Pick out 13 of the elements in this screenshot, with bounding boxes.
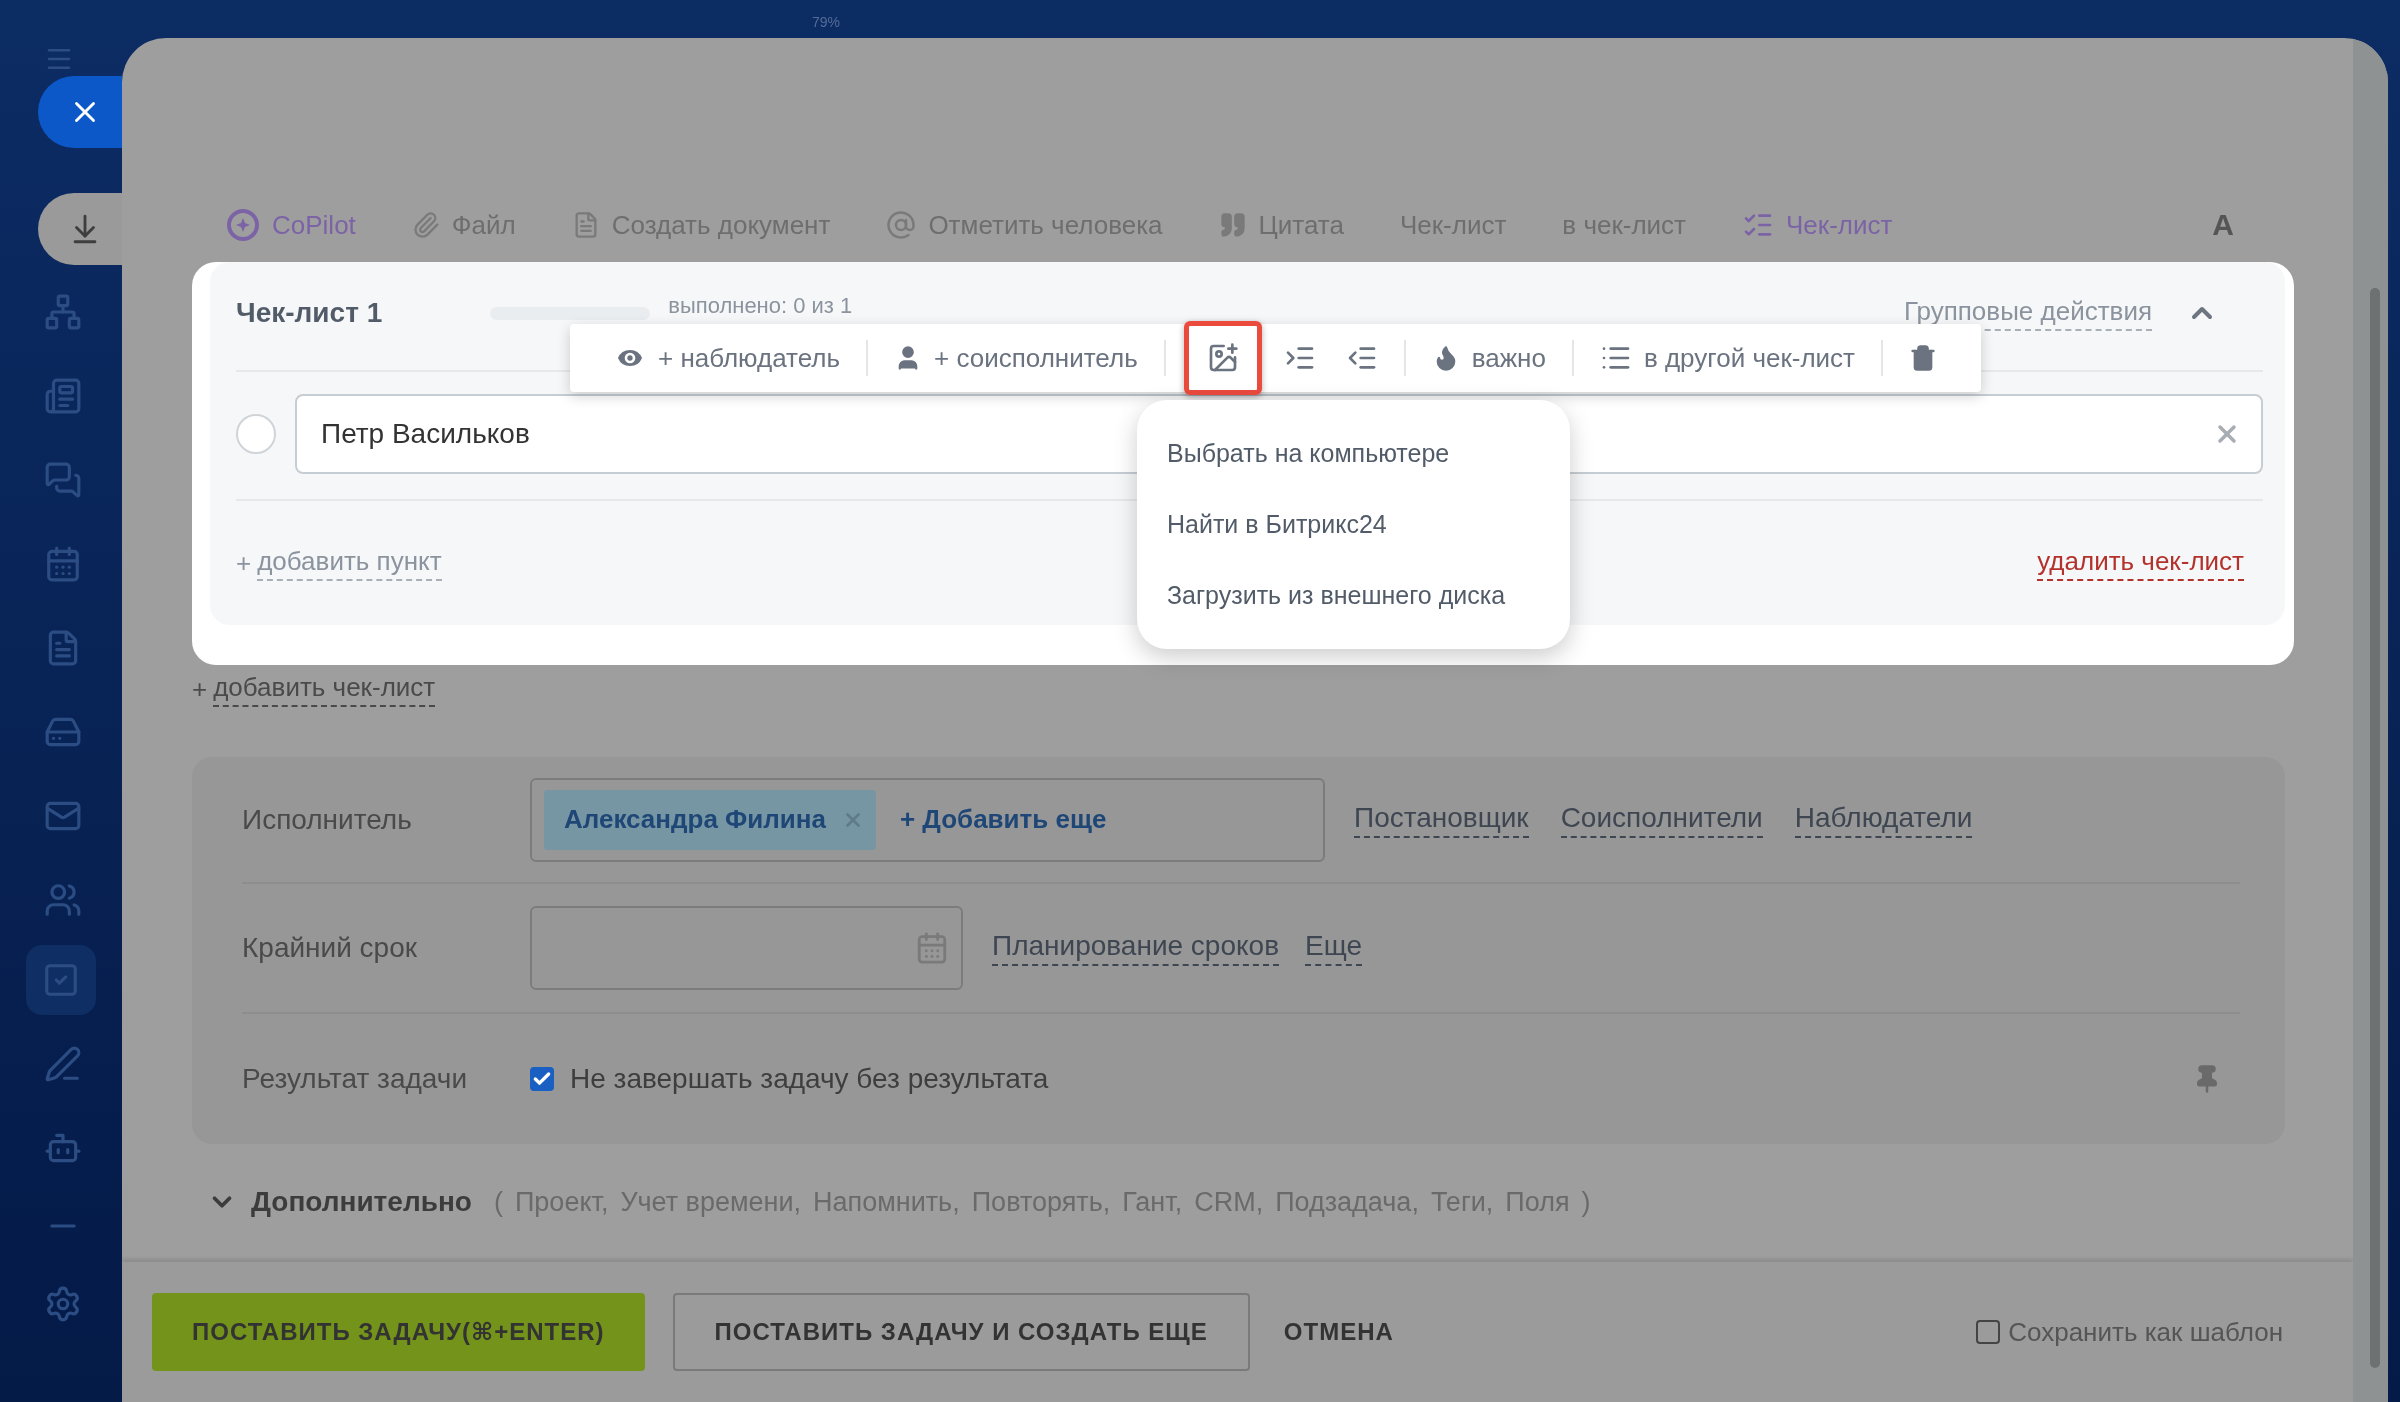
progress-text: выполнено: 0 из 1 — [668, 293, 853, 319]
paren-text: ) — [1581, 1186, 1591, 1218]
checkbox-label: Сохранить как шаблон — [2008, 1316, 2283, 1348]
person-tag: Александра Филина — [544, 789, 876, 850]
plus-text: + — [236, 547, 252, 579]
paren-text: ( — [493, 1186, 503, 1218]
checklist-title: Чек-лист 1 — [236, 297, 383, 329]
field-label: Крайний срок — [242, 932, 418, 964]
plus-text: + — [192, 673, 208, 705]
zoom-label: 79% — [812, 14, 841, 30]
checkbox-label: Не завершать задачу без результата — [570, 1063, 1049, 1095]
field-label: Результат задачи — [242, 1063, 469, 1095]
field-label: Исполнитель — [242, 803, 413, 836]
